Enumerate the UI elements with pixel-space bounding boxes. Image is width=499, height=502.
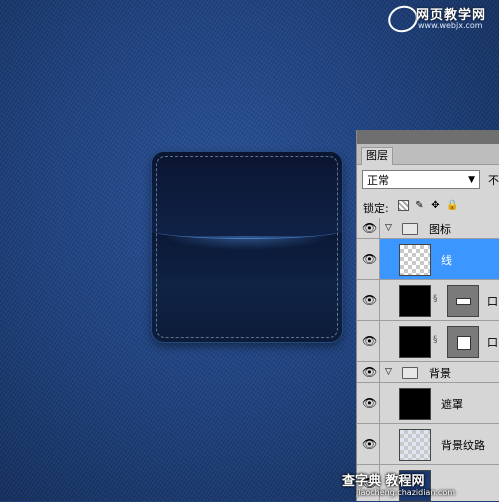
group-expand-triangle-icon[interactable]: ▽ (385, 223, 392, 233)
lock-position-move-icon[interactable]: ✥ (430, 200, 441, 211)
layers-panel: 图层 正常 ▼ 不 锁定: ✎ ✥ 🔒 👁 ▽ 图标 👁 线 👁 § 口 � (356, 130, 499, 502)
visibility-eye-icon[interactable]: 👁 (357, 239, 380, 279)
link-chain-icon: § (433, 335, 438, 345)
visibility-eye-icon[interactable]: 👁 (357, 280, 380, 320)
panel-tabs: 图层 (357, 144, 499, 165)
layer-thumbnail (399, 285, 431, 317)
lock-label: 锁定: (363, 202, 389, 215)
layer-thumbnail (399, 326, 431, 358)
lock-transparent-pixels-icon[interactable] (398, 200, 409, 211)
bottom-watermark-title: 查字典 教程网 (342, 474, 425, 489)
visibility-eye-icon[interactable]: 👁 (357, 424, 380, 464)
folder-icon (402, 367, 418, 379)
vector-mask-thumbnail[interactable] (447, 285, 479, 317)
layer-row[interactable]: 👁 § 口 (357, 280, 499, 321)
visibility-eye-icon[interactable]: 👁 (357, 383, 380, 423)
blend-mode-row: 正常 ▼ 不 (357, 165, 499, 195)
group-expand-triangle-icon[interactable]: ▽ (385, 367, 392, 377)
layer-thumbnail (399, 244, 431, 276)
bottom-watermark: 查字典 教程网 jiaocheng.chazidian.com (338, 470, 499, 501)
layer-row[interactable]: 👁 背景纹路 (357, 424, 499, 465)
layer-row-selected[interactable]: 👁 线 (357, 239, 499, 280)
blend-mode-select[interactable]: 正常 ▼ (362, 170, 480, 189)
layer-name: 遮罩 (441, 398, 463, 411)
layer-group-row[interactable]: 👁 ▽ 图标 (357, 218, 499, 239)
logo-url: www.webjx.com (418, 21, 483, 30)
layer-row[interactable]: 👁 § 口 (357, 321, 499, 362)
lock-row: 锁定: ✎ ✥ 🔒 (357, 195, 499, 220)
panel-title-bar[interactable] (357, 130, 499, 144)
layer-thumbnail (399, 429, 431, 461)
layer-name: 口 (487, 295, 498, 308)
visibility-eye-icon[interactable]: 👁 (357, 362, 380, 382)
layer-group-row[interactable]: 👁 ▽ 背景 (357, 362, 499, 383)
layer-name: 口 (487, 336, 498, 349)
bottom-watermark-url: jiaocheng.chazidian.com (356, 488, 456, 497)
link-chain-icon: § (433, 294, 438, 304)
layer-name: 线 (441, 254, 452, 267)
lock-all-padlock-icon[interactable]: 🔒 (446, 200, 458, 211)
tab-layers[interactable]: 图层 (361, 147, 393, 165)
layer-name: 背景纹路 (441, 439, 485, 452)
visibility-eye-icon[interactable]: 👁 (357, 218, 380, 238)
opacity-label: 不 (488, 174, 499, 187)
vector-mask-thumbnail[interactable] (447, 326, 479, 358)
folder-icon (402, 223, 418, 235)
pocket-stitching (156, 156, 338, 338)
layer-thumbnail (399, 388, 431, 420)
group-name: 图标 (429, 223, 451, 236)
site-logo: 网页教学网 www.webjx.com (384, 1, 496, 37)
group-name: 背景 (429, 367, 451, 380)
blend-mode-value: 正常 (367, 174, 389, 187)
layer-row[interactable]: 👁 遮罩 (357, 383, 499, 424)
visibility-eye-icon[interactable]: 👁 (357, 321, 380, 361)
lock-image-pixels-brush-icon[interactable]: ✎ (414, 200, 425, 211)
pocket-icon-artwork (152, 152, 342, 342)
dropdown-arrow-icon: ▼ (468, 175, 475, 185)
